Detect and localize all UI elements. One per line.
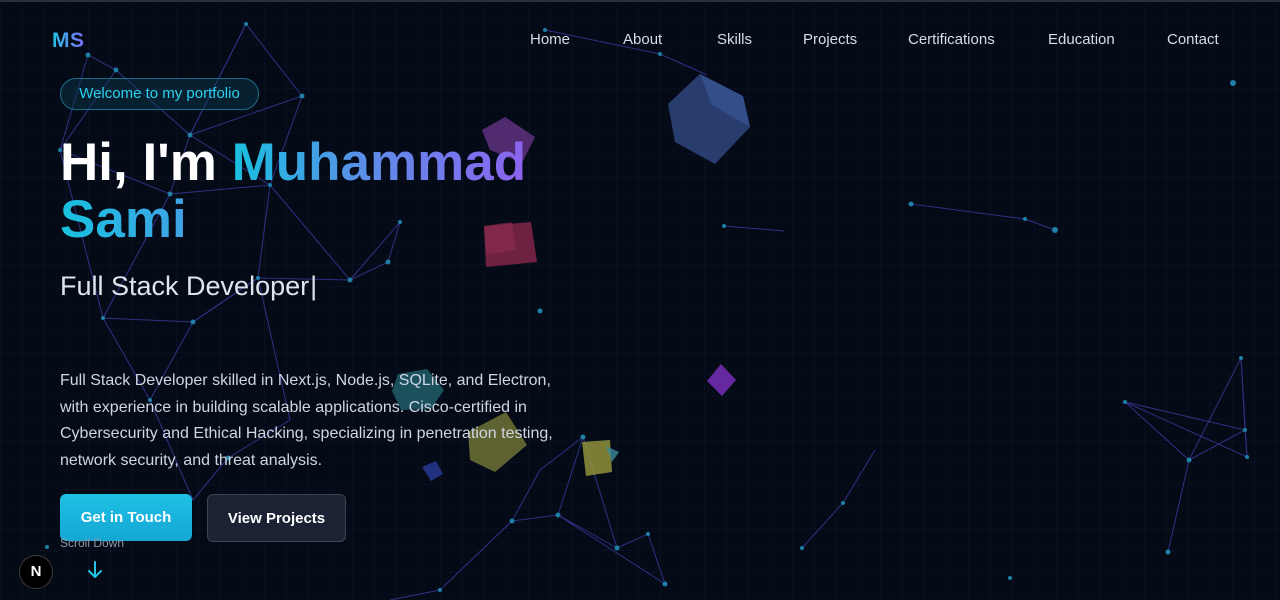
hero-last-name: Sami: [60, 191, 526, 248]
hero-greeting: Hi, I'm: [60, 133, 217, 192]
get-in-touch-button[interactable]: Get in Touch: [60, 494, 192, 541]
floating-cube-yellow: [582, 440, 619, 476]
role-text: Full Stack Developer: [60, 271, 310, 301]
floating-cube-blue: [668, 74, 750, 164]
floating-cube-purple-small: [707, 364, 736, 396]
nav-item-skills[interactable]: Skills: [717, 31, 752, 48]
nav-item-home[interactable]: Home: [530, 31, 570, 48]
nav-item-about[interactable]: About: [623, 31, 662, 48]
nav-item-contact[interactable]: Contact: [1167, 31, 1219, 48]
hero-headline: Hi, I'm Muhammad Sami: [60, 134, 526, 248]
nav-item-education[interactable]: Education: [1048, 31, 1115, 48]
scroll-down-label: Scroll Down: [60, 536, 125, 550]
hero-first-name: Muhammad: [231, 133, 527, 192]
view-projects-button[interactable]: View Projects: [207, 494, 346, 542]
dev-tools-badge[interactable]: N: [19, 555, 53, 589]
nav-item-projects[interactable]: Projects: [803, 31, 857, 48]
typing-cursor: |: [310, 271, 318, 301]
welcome-badge: Welcome to my portfolio: [60, 78, 259, 110]
hero-description: Full Stack Developer skilled in Next.js,…: [60, 372, 553, 469]
hero-role: Full Stack Developer|: [60, 271, 317, 302]
arrow-down-icon[interactable]: [86, 560, 104, 580]
nav-item-certifications[interactable]: Certifications: [908, 31, 995, 48]
main-navigation: Home About Skills Projects Certification…: [0, 31, 1280, 51]
